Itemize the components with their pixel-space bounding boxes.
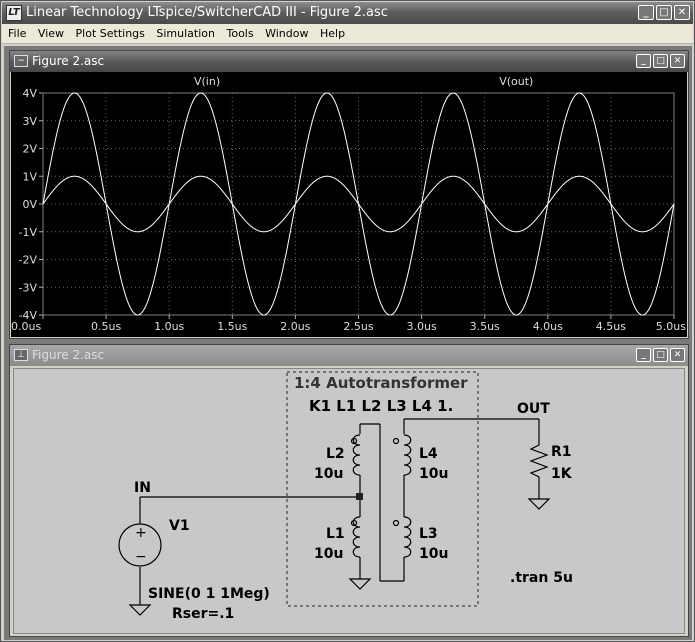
- plot-window: ~ Figure 2.asc _ □ ✕ 4V 3V 2V 1V 0V -1V -2V -3V…: [9, 50, 689, 339]
- l3-name[interactable]: L3: [419, 526, 438, 542]
- l1-name[interactable]: L1: [326, 526, 345, 542]
- plus-sign-icon: +: [135, 525, 147, 541]
- schematic-icon: ⊥: [14, 349, 28, 361]
- schematic-window: ⊥ Figure 2.asc _ □ ✕ 1:4 Autotransformer…: [9, 344, 689, 637]
- menu-simulation[interactable]: Simulation: [152, 24, 219, 44]
- schematic-maximize-button[interactable]: □: [653, 348, 668, 362]
- schematic-canvas[interactable]: 1:4 Autotransformer K1 L1 L2 L3 L4 1. + …: [13, 368, 685, 634]
- menu-file[interactable]: File: [2, 24, 30, 44]
- ltspice-app-window: LT Linear Technology LTspice/SwitcherCAD…: [0, 0, 695, 642]
- resistor-r1[interactable]: [529, 437, 549, 481]
- x-tick-label: 1.5us: [217, 320, 247, 333]
- l4-value[interactable]: 10u: [419, 466, 448, 482]
- y-tick-label: 2V: [22, 143, 37, 156]
- legend-vout: V(out): [499, 75, 533, 88]
- ltspice-app-icon: LT: [6, 5, 22, 21]
- ground-symbol-r1: [527, 498, 551, 510]
- x-tick-label: 4.0us: [533, 320, 563, 333]
- x-tick-label: 1.0us: [154, 320, 184, 333]
- plot-close-button[interactable]: ✕: [670, 54, 685, 68]
- mdi-workspace: ~ Figure 2.asc _ □ ✕ 4V 3V 2V 1V 0V -1V -2V -3V…: [4, 46, 692, 640]
- v1-value[interactable]: SINE(0 1 1Meg): [148, 586, 270, 602]
- x-tick-label: 2.5us: [343, 320, 373, 333]
- menu-window[interactable]: Window: [261, 24, 312, 44]
- minus-sign-icon: −: [135, 549, 147, 565]
- r1-name[interactable]: R1: [551, 444, 572, 460]
- l2-name[interactable]: L2: [326, 446, 345, 462]
- plot-minimize-button[interactable]: _: [636, 54, 651, 68]
- r1-value[interactable]: 1K: [551, 466, 573, 482]
- menu-view[interactable]: View: [34, 24, 68, 44]
- x-tick-label: 3.5us: [470, 320, 500, 333]
- schematic-window-title: Figure 2.asc: [32, 348, 105, 362]
- maximize-button[interactable]: □: [656, 5, 672, 20]
- plot-maximize-button[interactable]: □: [653, 54, 668, 68]
- waveform-icon: ~: [14, 55, 28, 67]
- ground-symbol-v1: [128, 604, 152, 616]
- x-tick-label: 3.0us: [406, 320, 436, 333]
- x-tick-label: 4.5us: [596, 320, 626, 333]
- net-label-in[interactable]: IN: [134, 480, 151, 496]
- y-tick-label: 1V: [22, 170, 37, 183]
- legend-vin: V(in): [194, 75, 220, 88]
- l3-value[interactable]: 10u: [419, 546, 448, 562]
- tran-directive[interactable]: .tran 5u: [510, 570, 573, 586]
- schematic-drawing: 1:4 Autotransformer K1 L1 L2 L3 L4 1. + …: [118, 371, 573, 622]
- l2-value[interactable]: 10u: [314, 466, 343, 482]
- menu-bar: File View Plot Settings Simulation Tools…: [2, 24, 693, 44]
- inductor-l4[interactable]: [403, 434, 412, 476]
- inductor-l3[interactable]: [403, 516, 412, 558]
- ground-symbol-transformer: [348, 578, 372, 590]
- v1-name[interactable]: V1: [169, 518, 190, 534]
- v1-rser[interactable]: Rser=.1: [172, 606, 234, 622]
- in-junction: [356, 493, 363, 500]
- y-tick-label: -2V: [19, 254, 38, 267]
- minimize-button[interactable]: _: [638, 5, 654, 20]
- y-tick-label: 0V: [22, 198, 37, 211]
- plot-window-title: Figure 2.asc: [32, 54, 105, 68]
- y-tick-label: -3V: [19, 281, 38, 294]
- y-tick-label: -1V: [19, 226, 38, 239]
- plot-window-titlebar[interactable]: ~ Figure 2.asc _ □ ✕: [10, 51, 688, 72]
- coupling-directive[interactable]: K1 L1 L2 L3 L4 1.: [309, 397, 453, 415]
- phase-dot-l3: [392, 519, 400, 527]
- app-title: Linear Technology LTspice/SwitcherCAD II…: [26, 5, 388, 20]
- l1-value[interactable]: 10u: [314, 546, 343, 562]
- schematic-window-titlebar[interactable]: ⊥ Figure 2.asc _ □ ✕: [10, 345, 688, 366]
- app-titlebar[interactable]: LT Linear Technology LTspice/SwitcherCAD…: [2, 2, 693, 24]
- menu-tools[interactable]: Tools: [222, 24, 257, 44]
- x-tick-label: 0.5us: [91, 320, 121, 333]
- waveform-chart: 4V3V2V1V0V-1V-2V-3V-4V0.0us 0.5us 1.0us 1.5…: [11, 75, 686, 333]
- close-button[interactable]: ✕: [674, 5, 690, 20]
- l4-name[interactable]: L4: [419, 446, 438, 462]
- phase-dot-l4: [392, 437, 400, 445]
- menu-help[interactable]: Help: [316, 24, 349, 44]
- x-tick-label: 5.0us: [656, 320, 686, 333]
- x-tick-label: 0.0us: [11, 320, 41, 333]
- x-tick-label: 2.0us: [280, 320, 310, 333]
- waveform-plot-area[interactable]: 4V 3V 2V 1V 0V -1V -2V -3V -4V 0.0us 0.5us 1.0us 1.5…: [11, 72, 687, 337]
- autotransformer-label[interactable]: 1:4 Autotransformer: [294, 374, 468, 392]
- schematic-close-button[interactable]: ✕: [670, 348, 685, 362]
- y-tick-label: 3V: [22, 115, 37, 128]
- schematic-minimize-button[interactable]: _: [636, 348, 651, 362]
- net-label-out[interactable]: OUT: [517, 401, 550, 417]
- y-tick-label: 4V: [22, 87, 37, 100]
- menu-plot-settings[interactable]: Plot Settings: [72, 24, 149, 44]
